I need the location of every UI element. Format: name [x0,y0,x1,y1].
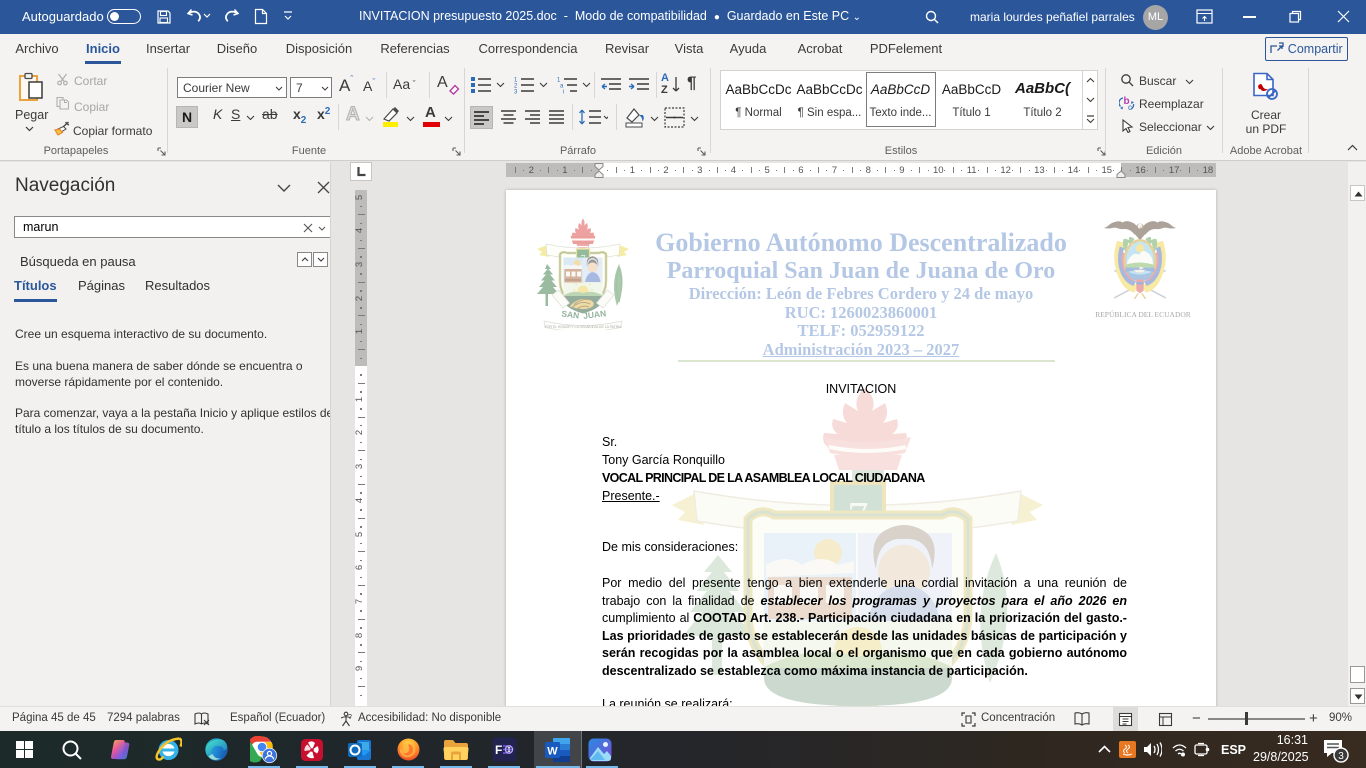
svg-text:3: 3 [514,90,518,95]
svg-text:i: i [563,90,564,95]
svg-text:W: W [547,745,558,757]
svg-text:3: 3 [1338,751,1344,762]
svg-text:c: c [1128,103,1132,112]
svg-text:?: ? [348,714,352,721]
svg-text:F: F [495,743,502,757]
